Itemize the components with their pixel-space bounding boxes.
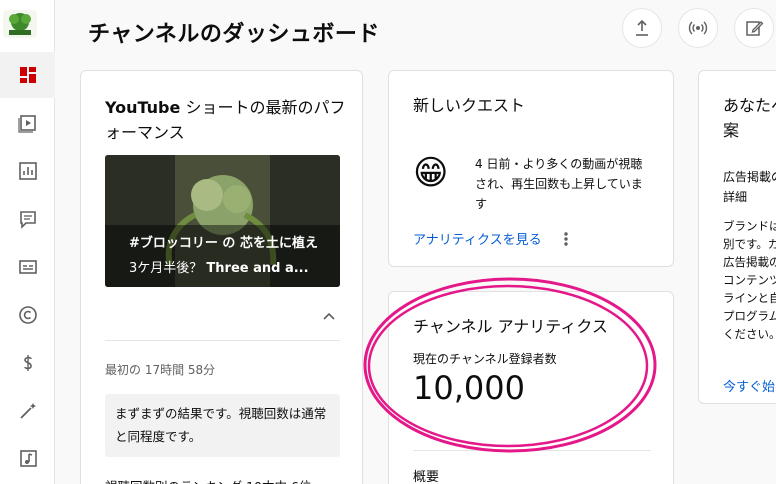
quest-card-title: 新しいクエスト <box>413 96 526 115</box>
upload-button[interactable] <box>622 8 662 48</box>
suggestions-title-line2: 案 <box>723 121 740 140</box>
suggestion-body-line: プログラム <box>723 309 776 323</box>
subscribers-count: 10,000 <box>413 369 525 407</box>
sidebar-item-content[interactable] <box>0 100 55 146</box>
comments-icon <box>19 211 36 229</box>
new-quest-card: 新しいクエスト 😁 4 日前・より多くの動画が視聴され、再生回数も上昇しています… <box>388 70 674 267</box>
more-vert-icon <box>564 232 568 246</box>
suggestions-card-title: あなたへの提 案 <box>723 93 776 143</box>
short-video-title: #ブロッコリー の 芯を土に植え 3ケ月半後？ Three and a... <box>129 231 324 281</box>
suggestion-body-line: ブランドは <box>723 219 776 233</box>
sidebar-item-subtitles[interactable] <box>0 244 55 290</box>
suggestion-body-line: 別です。ガ <box>723 237 776 251</box>
suggestion-body: ブランドは 別です。ガ 広告掲載の コンテンツ ラインと自 プログラム ください… <box>723 217 776 343</box>
suggestion-body-line: ください。 <box>723 327 776 341</box>
sidebar-item-copyright[interactable] <box>0 292 55 338</box>
shorts-card-title: YouTube ショートの最新のパフォーマンス <box>105 95 350 145</box>
magic-wand-icon <box>19 403 36 419</box>
grin-emoji-icon: 😁 <box>413 153 449 193</box>
divider <box>105 340 340 341</box>
sidebar-item-analytics[interactable] <box>0 148 55 194</box>
dollar-icon <box>23 355 32 371</box>
view-analytics-link[interactable]: アナリティクスを見る <box>413 229 542 248</box>
audio-library-icon <box>19 450 37 467</box>
suggestion-body-line: 広告掲載の <box>723 255 776 269</box>
channel-analytics-card: チャンネル アナリティクス 現在のチャンネル登録者数 10,000 概要 <box>388 291 674 484</box>
channel-logo[interactable] <box>3 10 37 38</box>
performance-note: まずまずの結果です。視聴回数は通常と同程度です。 <box>105 394 340 457</box>
more-options-button[interactable] <box>559 229 573 249</box>
live-icon <box>688 21 708 35</box>
shorts-performance-card: YouTube ショートの最新のパフォーマンス #ブロッコリー の 芯を土に植え… <box>80 70 363 484</box>
analytics-card-title: チャンネル アナリティクス <box>413 317 608 336</box>
suggestion-heading-line2: 詳細 <box>723 190 748 204</box>
get-started-link[interactable]: 今すぐ始 <box>723 376 775 395</box>
suggestions-card: あなたへの提 案 広告掲載の 詳細 ブランドは 別です。ガ 広告掲載の コンテン… <box>698 70 776 404</box>
edit-icon <box>746 21 764 36</box>
short-video-title-line2-jp: 3ケ月半後？ <box>129 261 207 276</box>
sidebar-item-comments[interactable] <box>0 196 55 242</box>
upload-icon <box>636 19 648 36</box>
suggestion-heading-line1: 広告掲載の <box>723 170 776 184</box>
suggestion-body-line: ラインと自 <box>723 291 776 305</box>
suggestions-title-line1: あなたへの提 <box>723 96 776 115</box>
collapse-button[interactable] <box>321 308 337 328</box>
chevron-up-icon <box>323 312 335 320</box>
dashboard-icon <box>19 67 36 83</box>
sidebar-item-earn[interactable] <box>0 340 55 386</box>
short-video-title-line1: #ブロッコリー の 芯を土に植え <box>129 236 318 251</box>
sidebar <box>0 0 55 484</box>
ranking-text: 視聴回数別のランキング 10本中 6位 <box>105 476 311 484</box>
sidebar-item-audio-library[interactable] <box>0 436 55 482</box>
short-video-thumbnail[interactable]: #ブロッコリー の 芯を土に植え 3ケ月半後？ Three and a... <box>105 155 340 287</box>
summary-label: 概要 <box>413 470 440 484</box>
video-content-icon <box>17 115 36 133</box>
suggestion-body-line: コンテンツ <box>723 273 776 287</box>
sidebar-item-customization[interactable] <box>0 388 55 434</box>
short-video-title-line2: 3ケ月半後？ Three and a... <box>129 256 324 281</box>
sidebar-item-dashboard[interactable] <box>0 52 55 98</box>
go-live-button[interactable] <box>678 8 718 48</box>
analytics-icon <box>18 162 37 180</box>
suggestion-heading: 広告掲載の 詳細 <box>723 167 776 207</box>
page-title: チャンネルのダッシュボード <box>88 22 380 47</box>
subscribers-label: 現在のチャンネル登録者数 <box>413 352 557 366</box>
shorts-card-title-brand: YouTube <box>105 98 181 117</box>
first-period-label: 最初の 17時間 58分 <box>105 363 216 377</box>
divider <box>413 450 651 451</box>
short-video-title-line2-en: Three and a... <box>206 261 309 276</box>
copyright-icon <box>18 306 37 324</box>
subtitles-icon <box>18 260 37 274</box>
quest-message: 4 日前・より多くの動画が視聴され、再生回数も上昇しています <box>475 157 643 211</box>
create-post-button[interactable] <box>734 8 774 48</box>
